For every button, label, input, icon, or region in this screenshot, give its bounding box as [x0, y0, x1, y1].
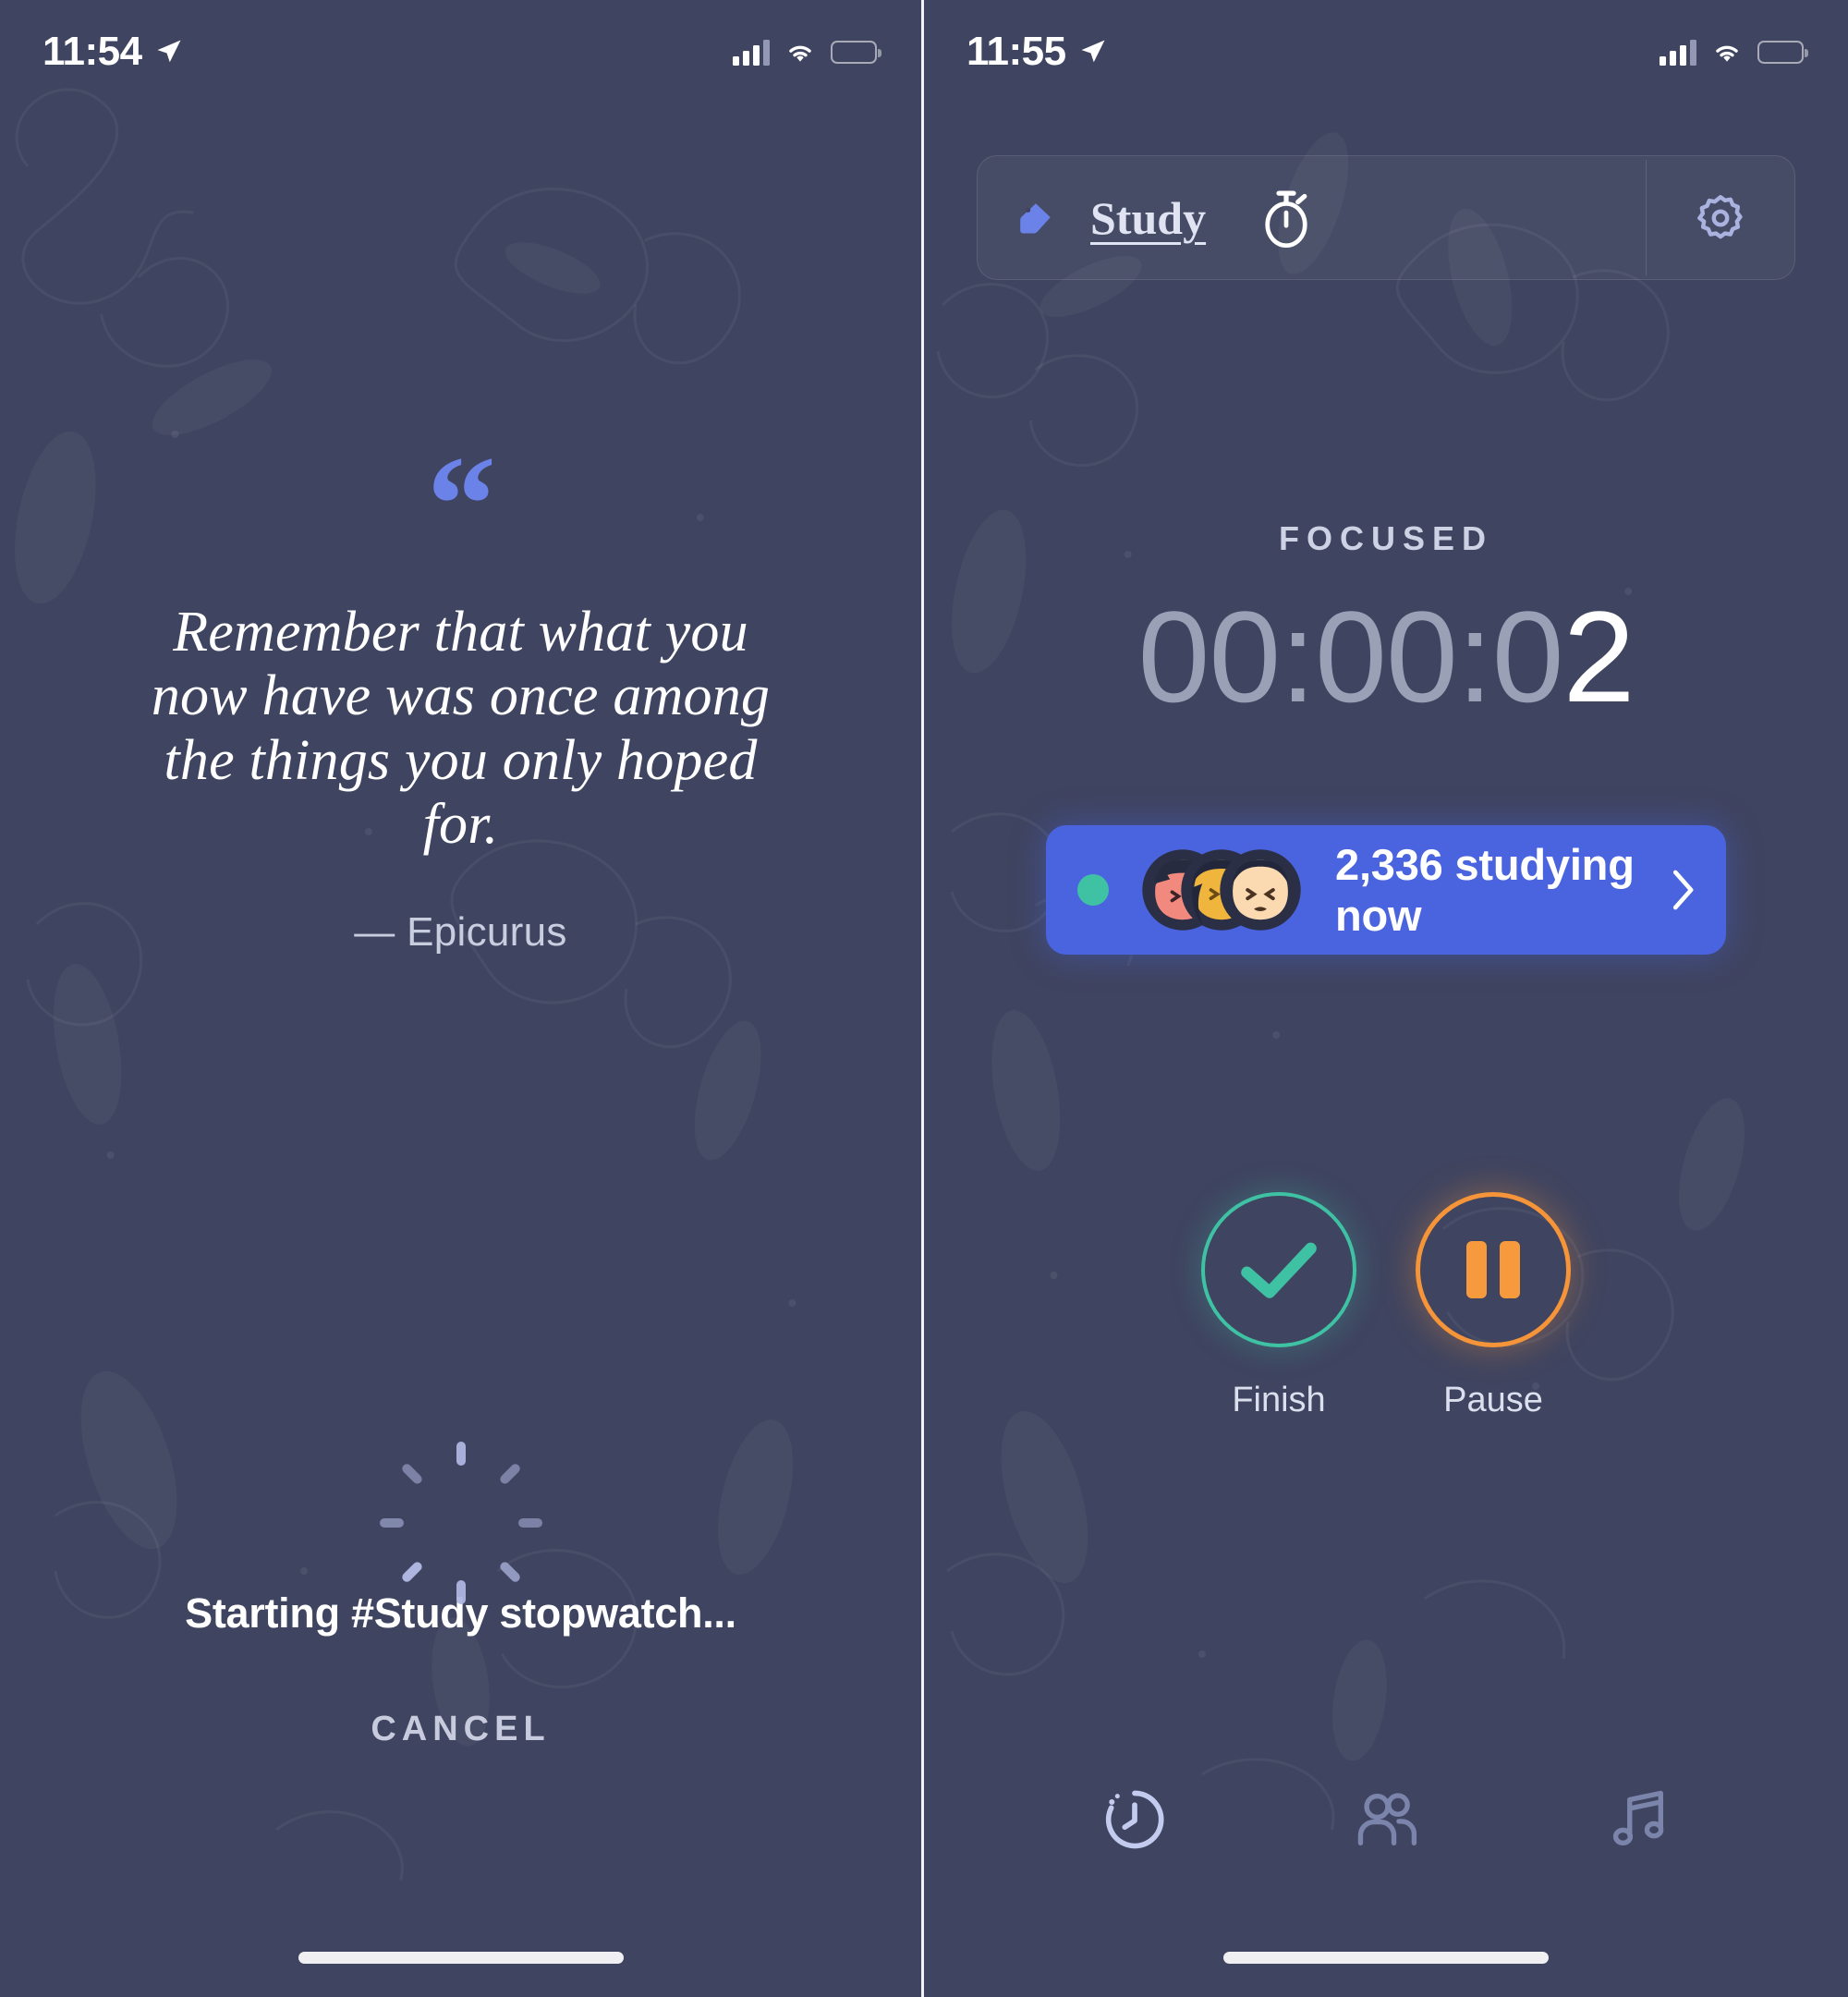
pause-label: Pause — [1443, 1381, 1543, 1419]
finish-button[interactable] — [1201, 1192, 1356, 1347]
pause-icon — [1466, 1241, 1520, 1298]
music-note-icon — [1612, 1790, 1664, 1846]
tag-selector[interactable]: Study — [978, 156, 1646, 279]
cancel-button[interactable]: CANCEL — [371, 1710, 550, 1749]
session-timer: 00:00:02 — [924, 582, 1848, 732]
loading-section: Starting #Study stopwatch... CANCEL — [0, 1442, 921, 1749]
session-state-label: FOCUSED — [1278, 519, 1493, 557]
gear-icon — [1697, 194, 1743, 238]
stopwatch-icon[interactable] — [1258, 188, 1315, 249]
status-time: 11:55 — [967, 29, 1066, 74]
tag-label: Study — [1090, 191, 1207, 244]
battery-icon — [1757, 40, 1808, 64]
status-bar: 11:55 — [924, 0, 1848, 104]
status-bar: 11:54 — [0, 0, 921, 104]
battery-icon — [831, 40, 881, 64]
spinner-icon — [379, 1442, 542, 1604]
status-right-group — [733, 38, 881, 66]
avatar-group — [1140, 847, 1302, 932]
tag-icon — [1020, 202, 1051, 233]
chevron-right-icon — [1672, 870, 1694, 910]
timer-elapsed-dim: 00:00:0 — [1137, 584, 1564, 729]
location-arrow-icon — [157, 40, 181, 63]
finish-label: Finish — [1232, 1381, 1326, 1419]
status-left-group: 11:54 — [43, 29, 183, 75]
bottom-navigation — [924, 1764, 1848, 1875]
left-phone-screen: 11:54 “ Remember that what you now have … — [0, 0, 924, 1997]
live-status-dot — [1077, 874, 1109, 906]
pause-button[interactable] — [1416, 1192, 1571, 1347]
status-right-group — [1660, 38, 1808, 66]
cellular-signal-icon — [1660, 38, 1696, 66]
session-controls: Finish Pause — [924, 1192, 1848, 1420]
nav-item-music[interactable] — [1577, 1769, 1697, 1870]
wifi-icon — [1716, 45, 1738, 62]
status-left-group: 11:55 — [967, 29, 1107, 75]
dual-screenshot-stage: 11:54 “ Remember that what you now have … — [0, 0, 1848, 1997]
status-time: 11:54 — [43, 29, 142, 74]
finish-control: Finish — [1201, 1192, 1356, 1420]
nav-item-timer[interactable] — [1075, 1769, 1195, 1870]
settings-button[interactable] — [1647, 156, 1794, 279]
session-toolbar: Study — [977, 155, 1795, 280]
cellular-signal-icon — [733, 38, 770, 66]
home-indicator[interactable] — [1223, 1952, 1549, 1964]
pause-control: Pause — [1416, 1192, 1571, 1420]
avatar — [1220, 849, 1301, 931]
location-arrow-icon — [1081, 40, 1105, 63]
timer-active-digit: 2 — [1562, 584, 1635, 729]
right-phone-screen: 11:55 Study FOCUSED 00:00:02 2,336 study… — [924, 0, 1848, 1997]
quote-text: Remember that what you now have was once… — [151, 601, 771, 857]
wifi-icon — [789, 45, 811, 62]
studying-now-banner[interactable]: 2,336 studying now — [1046, 825, 1726, 955]
quote-author: — Epicurus — [354, 908, 567, 955]
quote-mark-icon: “ — [427, 428, 496, 581]
background-doodle-pattern — [924, 0, 1848, 1997]
people-icon — [1357, 1793, 1417, 1846]
clock-history-icon — [1105, 1790, 1164, 1849]
studying-count-label: 2,336 studying now — [1335, 840, 1635, 940]
check-icon — [1241, 1242, 1317, 1298]
quote-card: “ Remember that what you now have was on… — [0, 428, 921, 956]
home-indicator[interactable] — [298, 1952, 624, 1964]
nav-item-friends[interactable] — [1326, 1769, 1446, 1870]
